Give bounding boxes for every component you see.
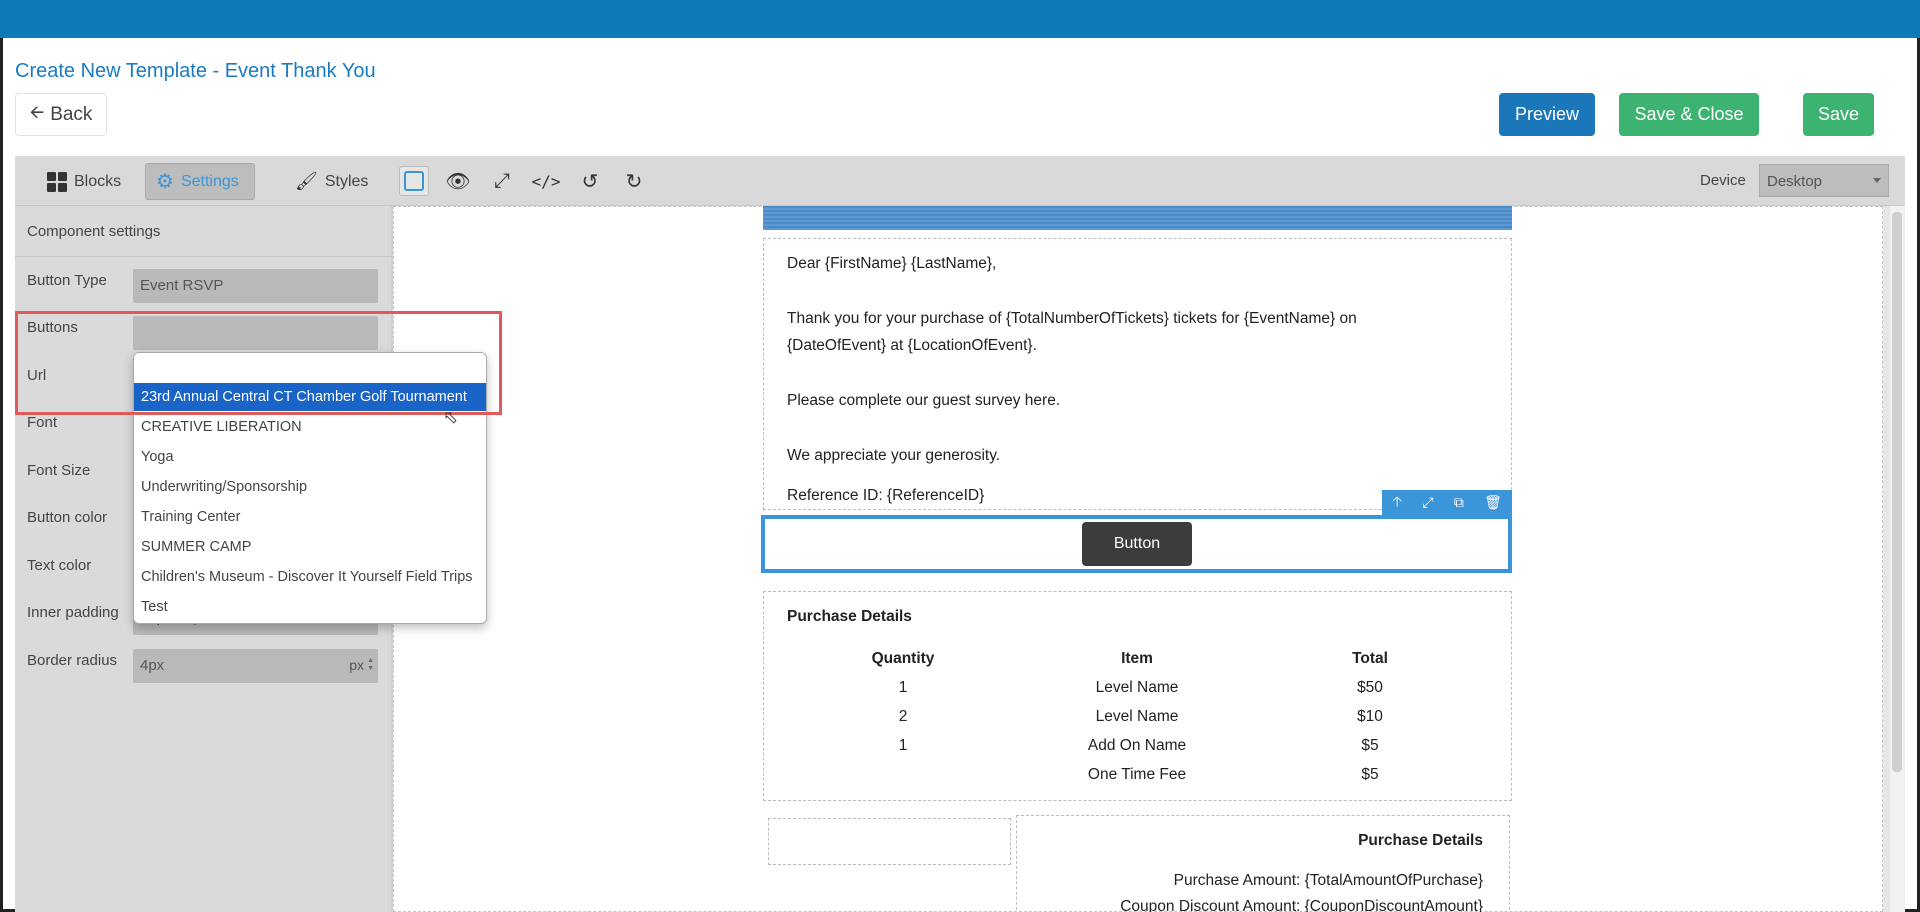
table-cell: 2 xyxy=(898,708,908,725)
font-size-label: Font Size xyxy=(27,462,91,479)
dropdown-option[interactable]: Underwriting/Sponsorship xyxy=(134,473,486,501)
table-cell: One Time Fee xyxy=(1087,766,1187,783)
inner-padding-label: Inner padding xyxy=(27,604,119,621)
tab-settings-label: Settings xyxy=(180,172,239,190)
tab-blocks[interactable]: Blocks xyxy=(37,163,131,200)
url-label: Url xyxy=(27,367,47,384)
table-cell: $10 xyxy=(1357,708,1383,725)
dropdown-option[interactable]: Test xyxy=(134,593,486,621)
thanks-line-1: Thank you for your purchase of {TotalNum… xyxy=(787,310,1357,327)
table-header: Quantity xyxy=(871,650,935,667)
buttons-dropdown[interactable]: 23rd Annual Central CT Chamber Golf Tour… xyxy=(133,352,487,624)
border-radius-label: Border radius xyxy=(27,652,118,669)
eye-icon[interactable]: 👁 xyxy=(443,166,473,196)
buttons-select[interactable] xyxy=(133,316,378,350)
divider xyxy=(15,256,393,257)
arrow-left-icon: 🡨 xyxy=(29,101,45,122)
copy-icon[interactable]: ⧉ xyxy=(1454,494,1464,511)
survey-text: Please complete our guest survey here. xyxy=(787,392,1061,409)
gear-icon: ⚙ xyxy=(156,170,174,193)
table-cell: $5 xyxy=(1361,766,1379,783)
table-header: Item xyxy=(1121,650,1153,667)
button-type-field[interactable]: Event RSVP xyxy=(133,269,378,303)
dropdown-option[interactable]: Training Center xyxy=(134,503,486,531)
tab-settings[interactable]: ⚙ Settings xyxy=(145,163,255,200)
email-button[interactable]: Button xyxy=(1082,522,1192,566)
arrow-up-icon[interactable]: 🡡 xyxy=(1392,491,1402,515)
back-label: Back xyxy=(50,103,93,125)
dropdown-option[interactable]: 23rd Annual Central CT Chamber Golf Tour… xyxy=(134,383,486,411)
back-button[interactable]: 🡨 Back xyxy=(15,93,107,136)
coupon-amount-text: Coupon Discount Amount: {CouponDiscountA… xyxy=(1120,898,1483,912)
text-color-label: Text color xyxy=(27,557,92,574)
preview-button[interactable]: Preview xyxy=(1499,93,1595,136)
editor-toolbar: 👁 ⤢ </> ↺ ↻ Device Desktop xyxy=(393,156,1905,206)
top-bar xyxy=(0,0,1920,38)
button-color-label: Button color xyxy=(27,509,108,526)
brush-icon: 🖌 xyxy=(295,171,318,191)
purchase-amount-text: Purchase Amount: {TotalAmountOfPurchase} xyxy=(1173,872,1483,889)
table-cell: $5 xyxy=(1361,737,1379,754)
trash-icon[interactable]: 🗑 xyxy=(1484,494,1502,511)
greeting-text: Dear {FirstName} {LastName}, xyxy=(787,255,997,272)
section-title: Component settings xyxy=(27,223,161,240)
block-toolbar: 🡡 ⤢ ⧉ 🗑 xyxy=(1382,490,1512,515)
table-cell: 1 xyxy=(898,737,908,754)
save-button[interactable]: Save xyxy=(1803,93,1874,136)
dropdown-option[interactable]: SUMMER CAMP xyxy=(134,533,486,561)
tab-blocks-label: Blocks xyxy=(74,172,122,190)
empty-column-block[interactable] xyxy=(768,818,1011,865)
button-type-label: Button Type xyxy=(27,272,107,289)
buttons-label: Buttons xyxy=(27,319,78,336)
redo-icon[interactable]: ↻ xyxy=(619,166,649,196)
border-radius-field[interactable]: 4px px ▲ ▼ xyxy=(133,649,378,683)
tab-styles[interactable]: 🖌 Styles xyxy=(285,163,378,200)
email-header-image[interactable] xyxy=(763,206,1512,230)
scrollbar-thumb[interactable] xyxy=(1892,212,1902,772)
caret-down-icon xyxy=(1873,178,1881,183)
summary-title: Purchase Details xyxy=(1358,832,1483,849)
save-close-button[interactable]: Save & Close xyxy=(1619,93,1759,136)
device-value: Desktop xyxy=(1767,173,1823,190)
border-toggle-icon[interactable] xyxy=(399,166,429,196)
dropdown-option[interactable]: Children's Museum - Discover It Yourself… xyxy=(134,563,486,591)
stepper-arrows-icon[interactable]: ▲ ▼ xyxy=(367,657,374,673)
device-label: Device xyxy=(1700,172,1746,189)
table-cell: 1 xyxy=(898,679,908,696)
dropdown-search-input[interactable] xyxy=(134,353,486,383)
table-cell: Add On Name xyxy=(1087,737,1187,754)
purchase-details-title: Purchase Details xyxy=(787,608,912,625)
border-radius-value: 4px xyxy=(140,657,165,674)
table-cell: $50 xyxy=(1357,679,1383,696)
font-label: Font xyxy=(27,414,58,431)
device-select[interactable]: Desktop xyxy=(1759,164,1889,197)
table-cell: Level Name xyxy=(1095,679,1179,696)
code-icon[interactable]: </> xyxy=(531,166,561,196)
grid-icon xyxy=(47,171,67,192)
dropdown-option[interactable]: Yoga xyxy=(134,443,486,471)
mouse-cursor-icon: ⬁ xyxy=(443,407,459,427)
page-title: Create New Template - Event Thank You xyxy=(15,60,376,82)
panel-tabs: Blocks ⚙ Settings 🖌 Styles xyxy=(15,156,393,206)
table-header: Total xyxy=(1352,650,1388,667)
reference-text: Reference ID: {ReferenceID} xyxy=(787,487,985,504)
text-block[interactable] xyxy=(763,238,1512,510)
fullscreen-icon[interactable]: ⤢ xyxy=(487,166,517,196)
border-radius-unit: px xyxy=(349,657,364,673)
dropdown-option[interactable]: CREATIVE LIBERATION xyxy=(134,413,486,441)
thanks-line-2: {DateOfEvent} at {LocationOfEvent}. xyxy=(787,337,1037,354)
table-cell: Level Name xyxy=(1095,708,1179,725)
tab-styles-label: Styles xyxy=(324,172,369,190)
move-icon[interactable]: ⤢ xyxy=(1422,494,1433,511)
undo-icon[interactable]: ↺ xyxy=(575,166,605,196)
appreciation-text: We appreciate your generosity. xyxy=(787,447,1001,464)
